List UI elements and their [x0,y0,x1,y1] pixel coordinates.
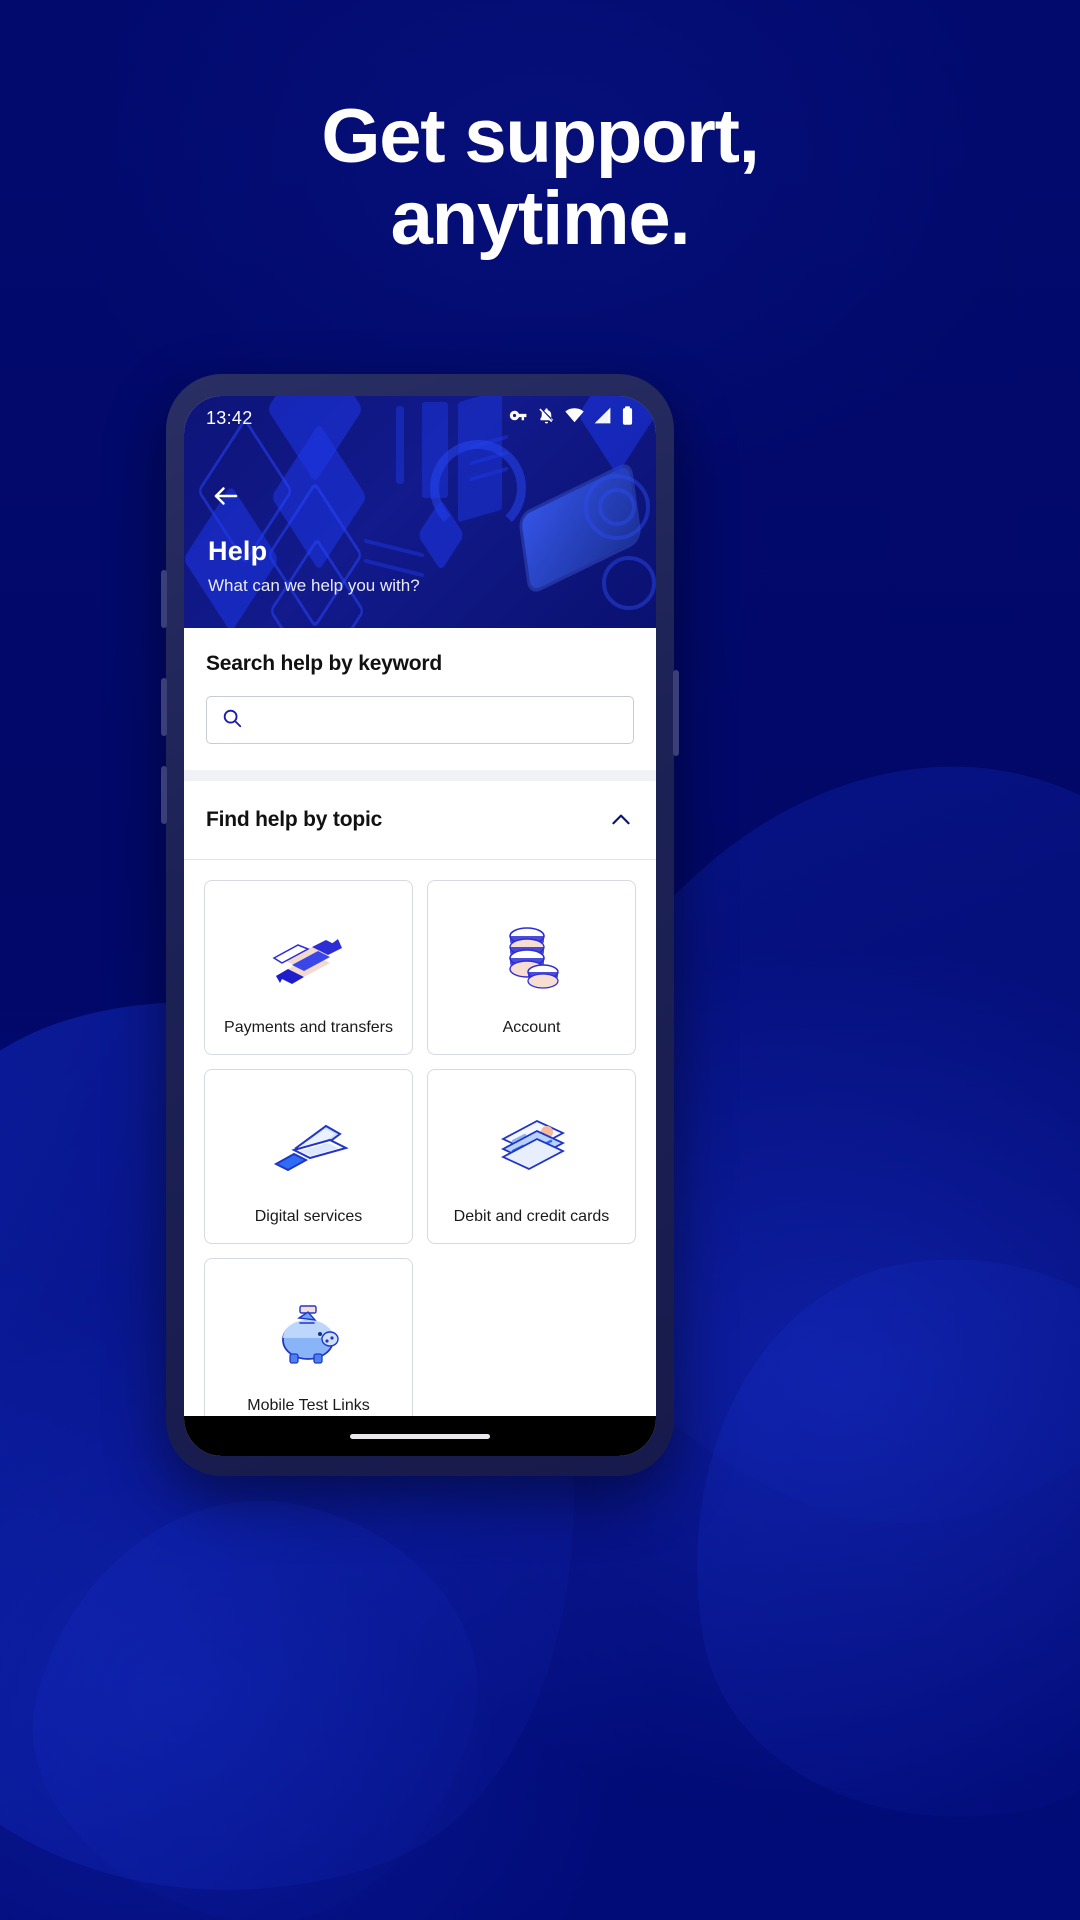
status-bar-time: 13:42 [206,407,253,428]
topic-tile-label: Debit and credit cards [453,1207,610,1225]
page-subtitle: What can we help you with? [208,576,420,595]
phone-mockup: 13:42 Help What can we help you with? Se… [161,374,679,1476]
iso-line-5 [364,558,424,578]
search-icon [221,707,243,734]
wifi-icon [565,406,584,430]
topic-tile-empty-slot [427,1258,636,1416]
home-gesture-pill[interactable] [350,1433,490,1439]
topic-tile-payments-and-transfers[interactable]: Payments and transfers [204,880,413,1055]
credit-cards-icon [438,1084,625,1207]
topic-tile-mobile-test-links[interactable]: Mobile Test Links [204,1258,413,1416]
page-title: Help [208,536,268,566]
piggy-bank-icon [215,1273,402,1396]
app-content: Search help by keyword Find help by topi… [184,628,656,1416]
arrow-left-icon [211,481,241,516]
iso-ring-3 [602,556,656,610]
iso-ring-2 [598,488,636,526]
topic-tile-label: Payments and transfers [224,1018,393,1036]
topic-section-header[interactable]: Find help by topic [184,781,656,860]
system-navigation-bar [184,1416,656,1456]
headline-line-2: anytime. [390,176,691,262]
topic-tile-label: Account [502,1018,561,1036]
find-help-by-topic-card: Find help by topic Payments and transfer… [184,781,656,1416]
vpn-key-icon [509,406,528,430]
headline-line-1: Get support, [321,94,760,179]
coins-stack-icon [438,895,625,1018]
topic-tile-digital-services[interactable]: Digital services [204,1069,413,1244]
topic-tile-label: Digital services [254,1207,363,1225]
search-card-title: Search help by keyword [206,652,443,675]
topic-tile-debit-and-credit-cards[interactable]: Debit and credit cards [427,1069,636,1244]
topic-tiles-grid: Payments and transfers Account Digital s… [184,860,656,1416]
cellular-signal-icon [593,406,612,430]
laptop-icon [215,1084,402,1207]
status-bar-icons [509,405,634,431]
search-input-wrapper[interactable] [206,696,634,744]
status-bar: 13:42 [184,396,656,440]
search-input[interactable] [253,710,619,730]
back-button[interactable] [206,478,246,518]
battery-icon [621,405,634,431]
iso-line-4 [364,538,424,558]
marketing-headline: Get support, anytime. [0,94,1080,262]
app-header: 13:42 Help What can we help you with? [184,396,656,628]
topic-tile-account[interactable]: Account [427,880,636,1055]
notifications-muted-icon [537,406,556,430]
chevron-up-icon[interactable] [608,807,634,833]
topic-section-title: Find help by topic [206,808,383,831]
transfer-arrows-icon [215,895,402,1018]
topic-tile-label: Mobile Test Links [247,1396,370,1414]
search-help-card: Search help by keyword [184,628,656,770]
phone-screen: 13:42 Help What can we help you with? Se… [184,396,656,1456]
